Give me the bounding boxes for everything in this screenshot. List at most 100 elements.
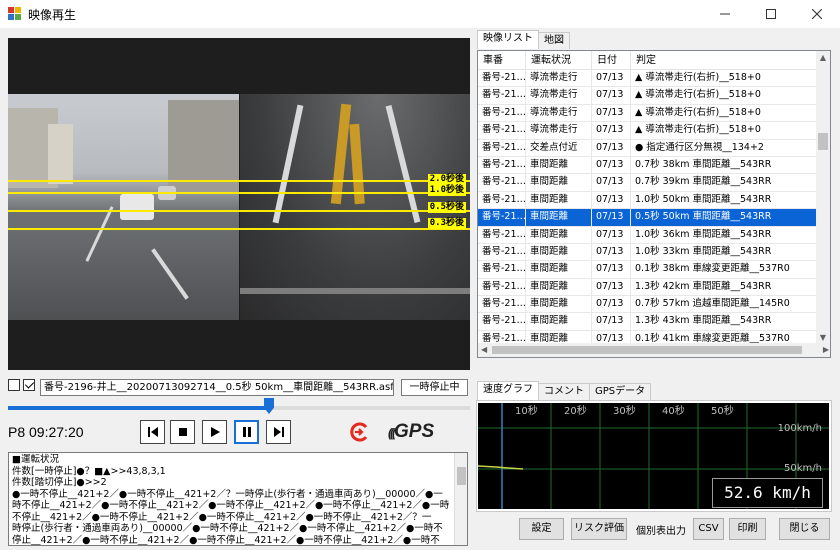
log-line: 時不停止__421+2／●一時不停止__421+2／●一時不停止__421+2／… [12, 500, 450, 511]
list-cell: 番号-21… [478, 243, 526, 261]
pause-button[interactable] [234, 420, 259, 444]
list-cell: 車間距離 [526, 278, 592, 296]
list-row[interactable]: 番号-21… 車間距離 07/13 1.0秒 36km 車間距離__543RR [478, 226, 818, 244]
list-row[interactable]: 番号-21… 車間距離 07/13 0.7秒 57km 追越車間距離__145R0 [478, 296, 818, 314]
col-header-date[interactable]: 日付 [592, 51, 631, 69]
list-row[interactable]: 番号-21… 導流帯走行 07/13 ▲ 導流帯走行(右折)__518+0 [478, 104, 818, 123]
csv-button[interactable]: CSV [693, 518, 724, 540]
list-cell: ▲ 導流帯走行(右折)__518+0 [631, 104, 818, 122]
list-cell: ▲ 導流帯走行(右折)__518+0 [631, 122, 818, 139]
scroll-up-icon[interactable]: ▲ [819, 54, 827, 62]
filename-field[interactable]: 番号-2196-井上__20200713092714__0.5秒 50km__車… [40, 379, 394, 396]
list-row[interactable]: 番号-21… 車間距離 07/13 1.0秒 50km 車間距離__543RR [478, 191, 818, 210]
seek-thumb[interactable] [264, 398, 275, 414]
list-row[interactable]: 番号-21… 車間距離 07/13 0.5秒 50km 車間距離__543RR [478, 209, 818, 227]
list-cell: 車間距離 [526, 156, 592, 174]
graph-x-tick-label: 50秒 [711, 404, 734, 417]
list-cell: ▲ 導流帯走行(右折)__518+0 [631, 70, 818, 87]
list-cell: 0.1秒 38km 車線変更距離__537R0 [631, 261, 818, 278]
list-cell: 番号-21… [478, 70, 526, 87]
close-dialog-button[interactable]: 閉じる [779, 518, 830, 540]
app-icon [8, 7, 22, 21]
close-button[interactable] [794, 0, 840, 28]
list-cell: 07/13 [592, 313, 631, 330]
risk-eval-button[interactable]: リスク評価 [571, 518, 627, 540]
list-horizontal-scrollbar[interactable]: ◀ ▶ [478, 343, 830, 357]
tab-gps-data[interactable]: GPSデータ [589, 383, 652, 400]
tab-speed-graph[interactable]: 速度グラフ [477, 381, 539, 400]
minimize-icon [720, 13, 730, 15]
list-hscroll-thumb[interactable] [492, 346, 802, 354]
list-row[interactable]: 番号-21… 導流帯走行 07/13 ▲ 導流帯走行(右折)__518+0 [478, 122, 818, 140]
print-button[interactable]: 印刷 [729, 518, 766, 540]
stop-status-field: 一時停止中 [401, 379, 468, 396]
list-cell: 導流帯走行 [526, 104, 592, 122]
list-cell: 07/13 [592, 104, 631, 122]
graph-y-label: 100km/h [778, 423, 822, 434]
list-cell: 07/13 [592, 296, 631, 313]
graph-y-label: 50km/h [784, 463, 822, 474]
video-player[interactable]: 2.0秒後 1.0秒後 0.5秒後 0.3秒後 [8, 38, 470, 370]
stop-button[interactable] [170, 420, 195, 444]
right-tab-strip: 映像リスト 地図 [477, 30, 570, 49]
list-row[interactable]: 番号-21… 導流帯走行 07/13 ▲ 導流帯走行(右折)__518+0 [478, 87, 818, 105]
front-camera-view [8, 94, 239, 320]
list-row[interactable]: 番号-21… 車間距離 07/13 1.0秒 33km 車間距離__543RR [478, 243, 818, 262]
guide-line-2s [8, 180, 470, 182]
maximize-button[interactable] [748, 0, 794, 28]
minimize-button[interactable] [702, 0, 748, 28]
list-cell: 車間距離 [526, 243, 592, 261]
graph-x-tick-label: 10秒 [515, 404, 538, 417]
list-cell: 07/13 [592, 278, 631, 296]
list-cell: ● 指定通行区分無視__134+2 [631, 139, 818, 156]
stop-icon [178, 428, 187, 436]
list-cell: 導流帯走行 [526, 87, 592, 104]
scroll-down-icon[interactable]: ▼ [819, 334, 827, 342]
play-button[interactable] [202, 420, 227, 444]
col-header-status[interactable]: 運転状況 [526, 51, 592, 69]
log-line: 停止__421+2／●一時不停止__421+2／●一時不停止__421+2／●一… [12, 534, 440, 546]
video-list[interactable]: 車番 運転状況 日付 判定 番号-21… 導流帯走行 07/13 ▲ 導流帯走行(右折… [477, 50, 831, 358]
col-header-judgement[interactable]: 判定 [631, 51, 818, 69]
settings-button[interactable]: 設定 [519, 518, 564, 540]
list-row[interactable]: 番号-21… 車間距離 07/13 0.7秒 39km 車間距離__543RR [478, 174, 818, 192]
driving-status-log[interactable]: ■運転状況 件数[一時停止]●？■▲>>43,8,3,1 件数[踏切停止]●>>2 ●… [8, 452, 468, 546]
list-cell: 07/13 [592, 174, 631, 191]
list-row[interactable]: 番号-21… 車間距離 07/13 1.3秒 42km 車間距離__543RR [478, 278, 818, 297]
skip-back-button[interactable] [140, 420, 165, 444]
log-scroll-thumb[interactable] [457, 467, 466, 485]
scroll-right-icon[interactable]: ▶ [823, 345, 829, 354]
list-cell: 交差点付近 [526, 139, 592, 156]
list-scroll-thumb[interactable] [818, 133, 828, 150]
tab-map[interactable]: 地図 [538, 32, 570, 49]
log-line: 不停止__421+2／●一時不停止__421+2／●一時不停止__421+2／●… [12, 511, 432, 523]
list-row[interactable]: 番号-21… 導流帯走行 07/13 ▲ 導流帯走行(右折)__518+0 [478, 70, 818, 88]
list-cell: 07/13 [592, 261, 631, 278]
list-row[interactable]: 番号-21… 車間距離 07/13 0.7秒 38km 車間距離__543RR [478, 156, 818, 175]
checkbox-1[interactable] [8, 379, 20, 391]
log-scrollbar[interactable] [454, 453, 467, 545]
list-row[interactable]: 番号-21… 車間距離 07/13 0.1秒 38km 車線変更距離__537R0 [478, 261, 818, 279]
list-cell: 07/13 [592, 191, 631, 209]
seek-bar[interactable] [8, 406, 470, 410]
graph-x-tick-label: 40秒 [662, 404, 685, 417]
list-cell: 1.3秒 43km 車間距離__543RR [631, 313, 818, 330]
speed-graph: 10秒 20秒 30秒 40秒 50秒 100km/h 50km/h 52.6 km/h [477, 403, 829, 509]
tab-comment[interactable]: コメント [538, 383, 590, 400]
list-row[interactable]: 番号-21… 交差点付近 07/13 ● 指定通行区分無視__134+2 [478, 139, 818, 157]
scroll-left-icon[interactable]: ◀ [481, 345, 487, 354]
list-row[interactable]: 番号-21… 車間距離 07/13 1.3秒 43km 車間距離__543RR [478, 313, 818, 331]
list-cell: 車間距離 [526, 261, 592, 278]
guide-line-05s [8, 210, 470, 212]
list-cell: 車間距離 [526, 174, 592, 191]
skip-forward-button[interactable] [266, 420, 291, 444]
list-cell: ▲ 導流帯走行(右折)__518+0 [631, 87, 818, 104]
list-cell: 0.5秒 50km 車間距離__543RR [631, 209, 818, 226]
tab-video-list[interactable]: 映像リスト [477, 30, 539, 49]
log-line: ■運転状況 [12, 454, 59, 465]
list-cell: 番号-21… [478, 226, 526, 243]
checkbox-2[interactable] [23, 379, 35, 391]
list-vertical-scrollbar[interactable]: ▲ ▼ [816, 51, 830, 345]
col-header-car-number[interactable]: 車番 [478, 51, 526, 69]
list-cell: 車間距離 [526, 226, 592, 243]
